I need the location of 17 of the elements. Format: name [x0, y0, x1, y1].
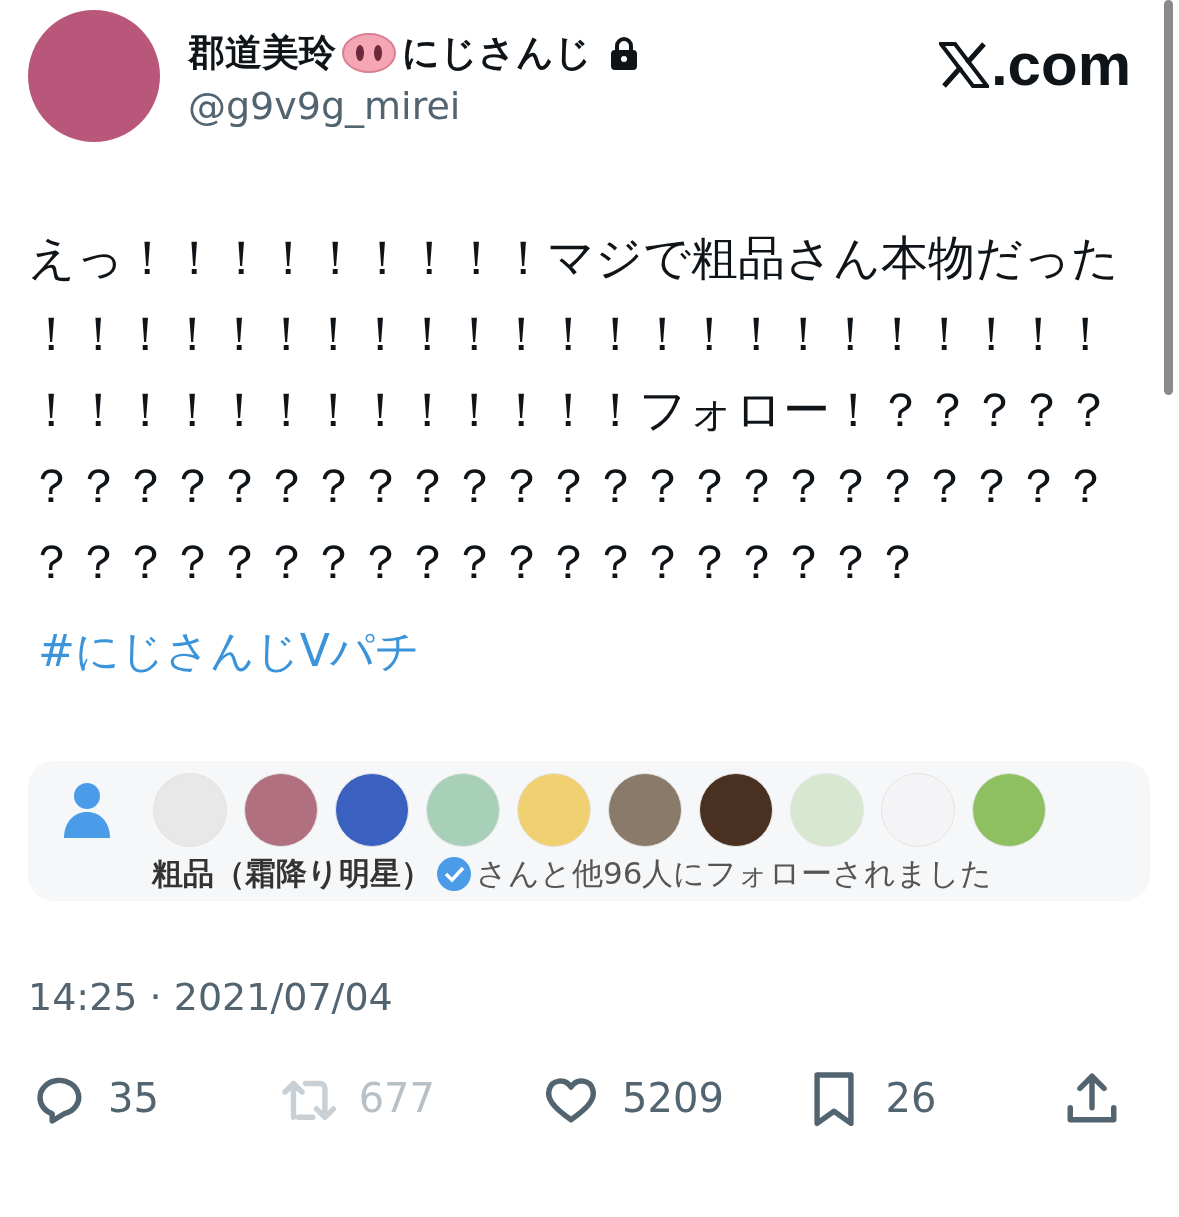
user-handle: @g9v9g_mirei — [188, 84, 462, 128]
display-name: 郡道美玲 — [188, 30, 336, 76]
followed-by-card[interactable]: 粗品（霜降り明星） さんと他96人にフォローされました — [28, 761, 1150, 901]
tweet-text: えっ！！！！！！！！！マジで粗品さん本物だった！！！！！！！！！！！！！！！！！！！！！！！！！！！！！！！！！！！！フォロー！？？？？？？？？？？？？？？？？？？？？？？？？？？？？？？？？？？？？？？？？？？？？？？？ — [28, 229, 1120, 591]
followed-by-text: さんと他96人にフォローされました — [476, 854, 993, 893]
brand-domain: .com — [990, 30, 1131, 99]
bookmark-button[interactable]: 26 — [805, 1069, 1063, 1127]
display-name-suffix: にじさんじ — [402, 30, 592, 76]
x-logo-icon — [938, 41, 989, 88]
person-icon — [62, 782, 112, 838]
like-button[interactable]: 5209 — [542, 1069, 806, 1127]
reply-button[interactable]: 35 — [28, 1069, 279, 1127]
follower-name[interactable]: 粗品（霜降り明星） — [152, 853, 432, 895]
hashtag-link[interactable]: #にじさんじVパチ — [38, 622, 420, 681]
scrollbar[interactable] — [1164, 0, 1173, 395]
pig-nose-icon — [342, 33, 396, 73]
timestamp: 14:25 · 2021/07/04 — [28, 975, 394, 1019]
